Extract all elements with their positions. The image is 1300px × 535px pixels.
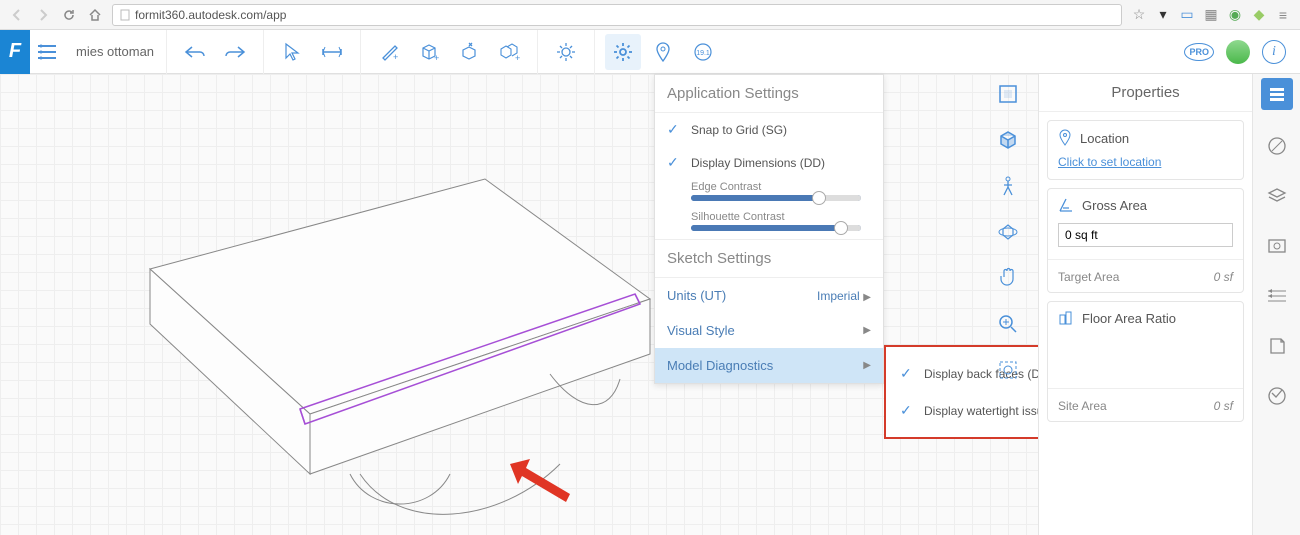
modify-tool[interactable]: [451, 34, 487, 70]
svg-text:+: +: [434, 53, 439, 63]
settings-button[interactable]: [605, 34, 641, 70]
gross-area-input[interactable]: [1058, 223, 1233, 247]
properties-panel: Properties Location Click to set locatio…: [1038, 74, 1252, 535]
model: [0, 74, 700, 534]
set-location-link[interactable]: Click to set location: [1058, 155, 1161, 169]
right-rail: [1252, 74, 1300, 535]
gross-area-card: Gross Area Target Area 0 sf: [1047, 188, 1244, 293]
file-menu-button[interactable]: [30, 30, 64, 74]
edge-contrast-slider[interactable]: Edge Contrast: [655, 179, 883, 209]
check-icon: ✓: [900, 402, 914, 419]
undo-button[interactable]: [177, 34, 213, 70]
location-card: Location Click to set location: [1047, 120, 1244, 180]
extension-icons: ☆ ▾ ▭ ▦ ◉ ◆ ≡: [1130, 6, 1292, 24]
units-value: Imperial: [817, 289, 860, 303]
properties-tab[interactable]: [1261, 78, 1293, 110]
chevron-right-icon: ▶: [863, 325, 871, 336]
model-diagnostics-label: Model Diagnostics: [667, 358, 773, 373]
ext-icon-1[interactable]: ▭: [1178, 6, 1196, 24]
home-button[interactable]: [86, 6, 104, 24]
ext-icon-4[interactable]: ◆: [1250, 6, 1268, 24]
app-settings-header: Application Settings: [655, 75, 883, 113]
dims-label: Display Dimensions (DD): [691, 156, 825, 170]
scenes-tab[interactable]: [1263, 232, 1291, 260]
zoom-fit-button[interactable]: [994, 356, 1022, 384]
view-tools: [988, 80, 1028, 384]
chevron-right-icon: ▶: [863, 360, 871, 371]
settings-panel: Application Settings ✓Snap to Grid (SG) …: [654, 74, 884, 384]
content-library-tab[interactable]: [1263, 332, 1291, 360]
arrow-annotation: [500, 454, 580, 514]
app-logo[interactable]: F: [0, 30, 30, 74]
collaboration-tab[interactable]: [1263, 382, 1291, 410]
url-text: formit360.autodesk.com/app: [135, 8, 286, 22]
ext-icon-3[interactable]: ◉: [1226, 6, 1244, 24]
zoom-button[interactable]: [994, 310, 1022, 338]
pin-icon: [1058, 129, 1072, 147]
browser-toolbar: formit360.autodesk.com/app ☆ ▾ ▭ ▦ ◉ ◆ ≡: [0, 0, 1300, 30]
project-name[interactable]: mies ottoman: [64, 30, 167, 74]
svg-text:19.1: 19.1: [696, 50, 710, 57]
properties-header: Properties: [1039, 74, 1252, 112]
location-title: Location: [1080, 131, 1129, 146]
forward-button[interactable]: [34, 6, 52, 24]
visual-style-row[interactable]: Visual Style ▶: [655, 313, 883, 348]
units-row[interactable]: Units (UT) Imperial ▶: [655, 278, 883, 313]
snap-label: Snap to Grid (SG): [691, 123, 787, 137]
target-area-label: Target Area: [1058, 270, 1119, 284]
page-icon: [119, 9, 131, 21]
sketch-tool[interactable]: +: [371, 34, 407, 70]
svg-text:+: +: [393, 52, 398, 62]
units-label: Units (UT): [667, 288, 726, 303]
target-area-value: 0 sf: [1214, 270, 1233, 284]
check-icon: ✓: [667, 154, 681, 171]
gross-area-title: Gross Area: [1082, 198, 1147, 213]
far-title: Floor Area Ratio: [1082, 311, 1176, 326]
sun-tool[interactable]: [548, 34, 584, 70]
pro-badge: PRO: [1184, 43, 1214, 61]
svg-text:+: +: [515, 53, 520, 63]
layers-tab[interactable]: [1263, 182, 1291, 210]
app-toolbar: F mies ottoman + + + 19.1 PRO i: [0, 30, 1300, 74]
ext-icon-2[interactable]: ▦: [1202, 6, 1220, 24]
menu-icon[interactable]: ≡: [1274, 6, 1292, 24]
pan-button[interactable]: [994, 264, 1022, 292]
3d-view-button[interactable]: [994, 126, 1022, 154]
select-tool[interactable]: [274, 34, 310, 70]
materials-tab[interactable]: [1263, 132, 1291, 160]
site-area-label: Site Area: [1058, 399, 1107, 413]
sketch-settings-header: Sketch Settings: [655, 239, 883, 278]
edge-label: Edge Contrast: [691, 181, 871, 193]
group-tool[interactable]: +: [491, 34, 527, 70]
area-icon: [1058, 197, 1074, 213]
snap-to-grid-toggle[interactable]: ✓ Snap to Grid (SG): [655, 113, 883, 146]
top-view-button[interactable]: [994, 80, 1022, 108]
url-bar[interactable]: formit360.autodesk.com/app: [112, 4, 1122, 26]
check-icon: ✓: [667, 121, 681, 138]
display-dimensions-toggle[interactable]: ✓ Display Dimensions (DD): [655, 146, 883, 179]
pocket-icon[interactable]: ▾: [1154, 6, 1172, 24]
user-avatar[interactable]: [1226, 40, 1250, 64]
levels-tab[interactable]: [1263, 282, 1291, 310]
location-tool[interactable]: [645, 34, 681, 70]
reload-button[interactable]: [60, 6, 78, 24]
building-icon: [1058, 310, 1074, 326]
chevron-right-icon: ▶: [863, 292, 871, 303]
model-diagnostics-row[interactable]: Model Diagnostics ▶: [655, 348, 883, 383]
energy-tool[interactable]: 19.1: [685, 34, 721, 70]
back-button[interactable]: [8, 6, 26, 24]
walkthrough-button[interactable]: [994, 172, 1022, 200]
silhouette-contrast-slider[interactable]: Silhouette Contrast: [655, 209, 883, 239]
orbit-button[interactable]: [994, 218, 1022, 246]
site-area-value: 0 sf: [1214, 399, 1233, 413]
measure-tool[interactable]: [314, 34, 350, 70]
check-icon: ✓: [900, 365, 914, 382]
star-icon[interactable]: ☆: [1130, 6, 1148, 24]
redo-button[interactable]: [217, 34, 253, 70]
info-button[interactable]: i: [1262, 40, 1286, 64]
far-card: Floor Area Ratio Site Area 0 sf: [1047, 301, 1244, 422]
visual-style-label: Visual Style: [667, 323, 735, 338]
primitive-tool[interactable]: +: [411, 34, 447, 70]
